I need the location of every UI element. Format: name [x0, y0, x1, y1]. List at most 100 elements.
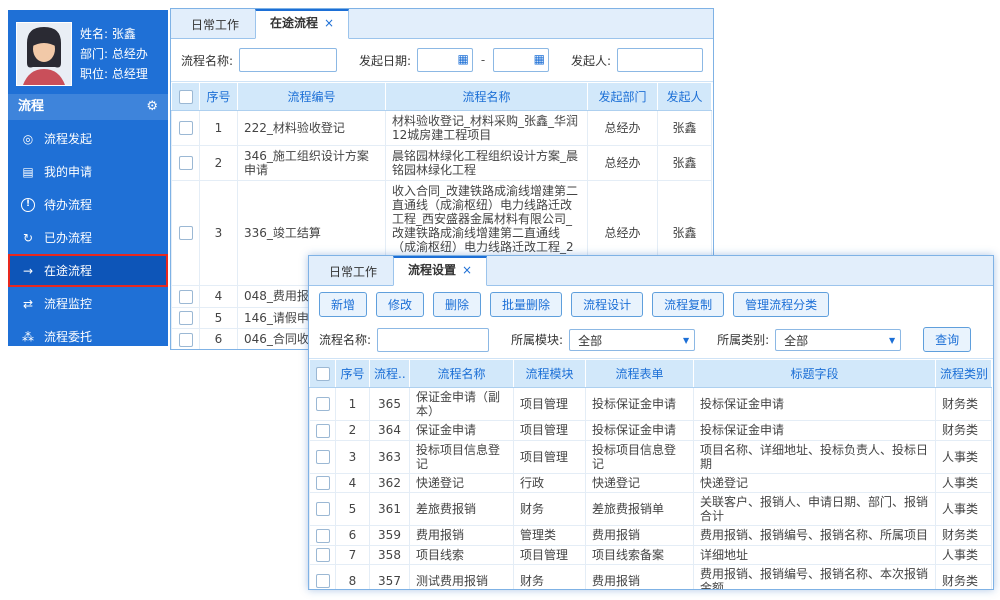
checkbox-cell [310, 493, 336, 526]
tab-label: 日常工作 [191, 18, 239, 32]
module-cell: 财务 [514, 493, 586, 526]
title-fields-cell: 详细地址 [694, 545, 936, 565]
toolbar-button[interactable]: 流程设计 [571, 292, 643, 317]
process-id-cell: 362 [370, 473, 410, 493]
sidebar-item-label: 已办流程 [44, 229, 92, 246]
module-cell: 项目管理 [514, 545, 586, 565]
initiator-cell: 张鑫 [658, 111, 712, 146]
process-name-input[interactable] [377, 328, 489, 352]
sidebar-item-label: 在途流程 [44, 262, 92, 279]
module-cell: 财务 [514, 565, 586, 591]
process-name-cell: 材料验收登记_材料采购_张鑫_华润12城房建工程项目 [386, 111, 588, 146]
row-index-cell: 6 [200, 329, 238, 351]
sidebar-item-link[interactable]: ◎流程发起 [8, 122, 168, 155]
sidebar-item-link[interactable]: ↻已办流程 [8, 221, 168, 254]
row-checkbox[interactable] [316, 424, 330, 438]
toolbar-button[interactable]: 批量删除 [490, 292, 562, 317]
gear-icon[interactable]: ⚙ [146, 94, 158, 120]
tab-item[interactable]: 日常工作 [315, 260, 391, 285]
monitor-icon: ⇄ [21, 297, 35, 311]
row-checkbox[interactable] [179, 90, 193, 104]
row-checkbox[interactable] [316, 397, 330, 411]
row-checkbox[interactable] [316, 548, 330, 562]
query-button[interactable]: 查询 [923, 327, 971, 352]
sidebar-item-link[interactable]: ⁂流程委托 [8, 320, 168, 353]
sidebar-item-link[interactable]: ⇄流程监控 [8, 287, 168, 320]
tab-label: 在途流程 [270, 16, 318, 30]
toolbar-button[interactable]: 新增 [319, 292, 367, 317]
row-checkbox[interactable] [316, 574, 330, 588]
form-cell: 费用报销 [586, 526, 694, 546]
table-row: 4362快递登记行政快递登记快递登记人事类 [310, 473, 992, 493]
checkbox-cell [310, 473, 336, 493]
initiator-input[interactable] [617, 48, 703, 72]
sidebar-item-active[interactable]: →在途流程 [8, 254, 168, 287]
form-cell: 快递登记 [586, 473, 694, 493]
date-range-separator: - [479, 53, 487, 67]
row-checkbox[interactable] [316, 502, 330, 516]
header-checkbox-cell [172, 83, 200, 111]
row-index-cell: 1 [336, 388, 370, 421]
column-header: 标题字段 [694, 360, 936, 388]
user-photo [16, 22, 72, 86]
row-checkbox[interactable] [179, 290, 193, 304]
category-select[interactable]: 全部 ▼ [775, 329, 901, 351]
checkbox-cell [310, 388, 336, 421]
dept-cell: 总经办 [588, 146, 658, 181]
toolbar-button[interactable]: 流程复制 [652, 292, 724, 317]
row-checkbox[interactable] [179, 121, 193, 135]
row-checkbox[interactable] [179, 226, 193, 240]
row-checkbox[interactable] [179, 311, 193, 325]
column-header: 流程.. [370, 360, 410, 388]
checkbox-cell [172, 286, 200, 308]
category-cell: 财务类 [936, 565, 992, 591]
toolbar-button[interactable]: 修改 [376, 292, 424, 317]
broadcast-icon: ◎ [21, 132, 35, 146]
row-checkbox[interactable] [316, 450, 330, 464]
module-select-value: 全部 [578, 334, 602, 348]
delegate-icon: ⁂ [21, 330, 35, 344]
tab-active[interactable]: 流程设置× [393, 256, 487, 286]
row-checkbox[interactable] [179, 156, 193, 170]
tab-label: 日常工作 [329, 265, 377, 279]
column-header: 流程类别 [936, 360, 992, 388]
start-date-to-input[interactable]: ▦ [493, 48, 549, 72]
process-name-label: 流程名称: [181, 52, 233, 69]
column-header: 流程名称 [410, 360, 514, 388]
toolbar-button[interactable]: 删除 [433, 292, 481, 317]
row-index-cell: 5 [336, 493, 370, 526]
process-name-input[interactable] [239, 48, 337, 72]
tab-active[interactable]: 在途流程 × [255, 9, 349, 39]
process-name-cell: 项目线索 [410, 545, 514, 565]
table-row: 8357测试费用报销财务费用报销费用报销、报销编号、报销名称、本次报销金额财务类 [310, 565, 992, 591]
row-index-cell: 7 [336, 545, 370, 565]
chevron-down-icon: ▼ [683, 330, 689, 352]
row-checkbox[interactable] [316, 476, 330, 490]
checkbox-cell [310, 421, 336, 441]
sidebar-item-label: 被委托流程 [44, 361, 104, 378]
module-select[interactable]: 全部 ▼ [569, 329, 695, 351]
document-icon: ▤ [21, 165, 35, 179]
process-name-cell: 保证金申请（副本） [410, 388, 514, 421]
close-tab-icon[interactable]: × [324, 16, 334, 30]
start-date-from-input[interactable]: ▦ [417, 48, 473, 72]
sidebar-item-link[interactable]: ⁂被委托流程 [8, 353, 168, 386]
header-checkbox-cell [310, 360, 336, 388]
sidebar-section-header: 流程 ⚙ [8, 94, 168, 120]
sidebar-item-link[interactable]: !待办流程 [8, 188, 168, 221]
column-header: 流程编号 [238, 83, 386, 111]
row-index-cell: 1 [200, 111, 238, 146]
window2-filter-row: 流程名称: 所属模块: 全部 ▼ 所属类别: 全部 ▼ 查询 [309, 322, 993, 359]
sidebar-item-label: 待办流程 [44, 196, 92, 213]
tab-item[interactable]: 日常工作 [177, 13, 253, 38]
calendar-icon[interactable]: ▦ [534, 52, 545, 66]
close-tab-icon[interactable]: × [462, 263, 472, 277]
row-checkbox[interactable] [316, 529, 330, 543]
sidebar-item-link[interactable]: ▤我的申请 [8, 155, 168, 188]
chevron-down-icon: ▼ [889, 330, 895, 352]
row-checkbox[interactable] [179, 333, 193, 347]
process-id-cell: 358 [370, 545, 410, 565]
row-checkbox[interactable] [316, 367, 330, 381]
toolbar-button[interactable]: 管理流程分类 [733, 292, 829, 317]
calendar-icon[interactable]: ▦ [458, 52, 469, 66]
